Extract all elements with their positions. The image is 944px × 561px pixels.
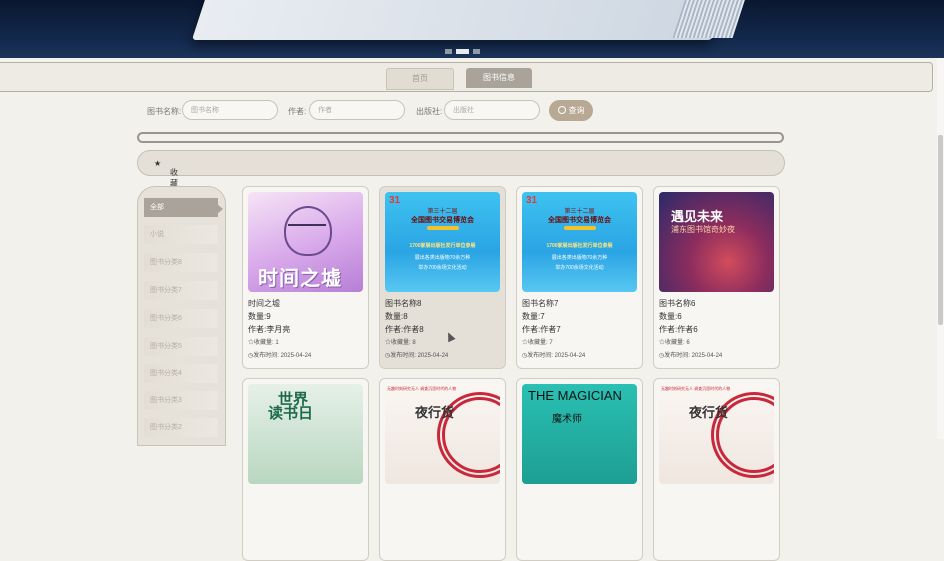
nav-tab-books[interactable]: 图书信息 [466, 68, 532, 88]
cover-text: 全国图书交易博览会 [411, 217, 474, 224]
top-nav: 首页 图书信息 [0, 62, 933, 92]
book-publish-date: ◷发布时间: 2025-04-24 [522, 353, 586, 359]
carousel-dot[interactable] [473, 49, 480, 54]
cover-text: 魔术师 [552, 414, 582, 425]
category-item[interactable]: 图书分类3 [144, 391, 223, 410]
cover-logo: 31 [526, 195, 538, 206]
cover-text: 读书日 [268, 405, 314, 422]
search-button[interactable]: 查询 [549, 100, 593, 121]
cover-title: 时间之墟 [258, 268, 342, 290]
category-sidebar: 全部 小说 图书分类8 图书分类7 图书分类6 图书分类5 图书分类4 图书分类… [137, 186, 226, 446]
cover-text: 无趣时刻研究无人 调查沉思时代的人物 [387, 386, 457, 391]
author-label: 作者: [288, 107, 307, 116]
book-publish-date: ◷发布时间: 2025-04-24 [659, 353, 723, 359]
cover-text: 全国图书交易博览会 [548, 217, 611, 224]
category-item[interactable]: 图书分类7 [144, 281, 223, 300]
cover-text: 第三十二届 [427, 209, 458, 215]
book-card[interactable]: 无趣时刻研究无人 调查沉思时代的人物 夜行货 [379, 378, 506, 561]
cover-text: 夜行货 [689, 405, 729, 420]
cover-text: THE MAGICIAN [528, 388, 622, 403]
book-favorites: ☆收藏量: 8 [385, 340, 416, 346]
book-cover-image: 31 第三十二届 全国图书交易博览会 1700家展出版社发行单位参展 展出各类出… [385, 192, 500, 292]
cover-logo: 31 [389, 195, 401, 206]
book-card[interactable]: 世界 读书日 [242, 378, 369, 561]
book-publish-date: ◷发布时间: 2025-04-24 [248, 353, 312, 359]
book-cover-image: 世界 读书日 [248, 384, 363, 484]
search-bar: 图书名称: 图书名称 作者: 作者 出版社: 出版社 查询 [0, 100, 944, 124]
sort-by-favorites[interactable]: ★收藏数 [154, 159, 178, 199]
book-card[interactable]: 31 第三十二届 全国图书交易博览会 1700家展出版社发行单位参展 展出各类出… [516, 186, 643, 369]
search-icon [557, 106, 566, 114]
book-publish-date: ◷发布时间: 2025-04-24 [385, 353, 449, 359]
cover-text: 1700家展出版社发行单位参展 [546, 243, 613, 249]
book-quantity: 数量:6 [659, 312, 682, 321]
book-card[interactable]: 31 第三十二届 全国图书交易博览会 1700家展出版社发行单位参展 展出各类出… [379, 186, 506, 369]
search-button-label: 查询 [568, 106, 585, 115]
cover-text: 举办700余场文化活动 [555, 265, 604, 271]
book-cover-image: 31 第三十二届 全国图书交易博览会 1700家展出版社发行单位参展 展出各类出… [522, 192, 637, 292]
book-title: 图书名称7 [522, 299, 559, 308]
cover-glasses [288, 224, 326, 234]
book-favorites: ☆收藏量: 1 [248, 340, 279, 346]
cover-pill [564, 226, 596, 230]
book-quantity: 数量:9 [248, 312, 271, 321]
cover-text: 遇见未来 [671, 209, 724, 224]
publisher-input[interactable]: 出版社 [444, 100, 540, 120]
cover-text: 无趣时刻研究无人 调查沉思时代的人物 [661, 386, 731, 391]
carousel-dots [445, 49, 480, 54]
scrollbar-thumb[interactable] [938, 135, 943, 325]
empty-filter-bar [137, 132, 784, 143]
category-item-all[interactable]: 全部 [144, 198, 223, 217]
book-author: 作者:李月亮 [248, 325, 291, 334]
book-favorites: ☆收藏量: 7 [522, 340, 553, 346]
author-input[interactable]: 作者 [309, 100, 405, 120]
category-item[interactable]: 小说 [144, 225, 223, 244]
cover-text: 第三十二届 [564, 209, 595, 215]
category-item[interactable]: 图书分类5 [144, 337, 223, 356]
book-author: 作者:作者8 [385, 325, 424, 334]
book-quantity: 数量:7 [522, 312, 545, 321]
book-author: 作者:作者6 [659, 325, 698, 334]
book-title: 图书名称8 [385, 299, 422, 308]
book-card[interactable]: 无趣时刻研究无人 调查沉思时代的人物 夜行货 [653, 378, 780, 561]
book-cover-image: 无趣时刻研究无人 调查沉思时代的人物 夜行货 [659, 384, 774, 484]
category-item[interactable]: 图书分类2 [144, 418, 223, 437]
book-card[interactable]: 遇见未来 浦东图书馆奇妙夜 图书名称6 数量:6 作者:作者6 ☆收藏量: 6 … [653, 186, 780, 369]
hero-banner [0, 0, 944, 58]
category-item[interactable]: 图书分类6 [144, 309, 223, 328]
cover-pill [427, 226, 459, 230]
book-cover-image: THE MAGICIAN 魔术师 [522, 384, 637, 484]
sort-bar: ★收藏数 [137, 150, 785, 199]
book-cover-image: 遇见未来 浦东图书馆奇妙夜 [659, 192, 774, 292]
book-author: 作者:作者7 [522, 325, 561, 334]
carousel-dot-active[interactable] [456, 49, 469, 54]
category-item[interactable]: 图书分类4 [144, 364, 223, 383]
banner-book-image [191, 0, 729, 40]
book-cover-image: 无趣时刻研究无人 调查沉思时代的人物 夜行货 [385, 384, 500, 484]
cover-text: 1700家展出版社发行单位参展 [409, 243, 476, 249]
cover-text: 举办700余场文化活动 [418, 265, 467, 271]
category-item[interactable]: 图书分类8 [144, 253, 223, 272]
cover-text: 展出各类出版物70余万种 [551, 255, 608, 261]
book-name-label: 图书名称: [147, 107, 182, 116]
book-cover-image: 时间之墟 [248, 192, 363, 292]
publisher-label: 出版社: [416, 107, 443, 116]
book-title: 图书名称6 [659, 299, 696, 308]
cover-text: 展出各类出版物70余万种 [414, 255, 471, 261]
book-favorites: ☆收藏量: 6 [659, 340, 690, 346]
cover-text: 浦东图书馆奇妙夜 [671, 225, 735, 234]
book-quantity: 数量:8 [385, 312, 408, 321]
cover-text: 夜行货 [415, 405, 455, 420]
carousel-dot[interactable] [445, 49, 452, 54]
book-name-input[interactable]: 图书名称 [182, 100, 278, 120]
book-card[interactable]: THE MAGICIAN 魔术师 [516, 378, 643, 561]
book-card[interactable]: 时间之墟 时间之墟 数量:9 作者:李月亮 ☆收藏量: 1 ◷发布时间: 202… [242, 186, 369, 369]
book-title: 时间之墟 [248, 299, 280, 308]
nav-tab-home[interactable]: 首页 [386, 68, 454, 90]
